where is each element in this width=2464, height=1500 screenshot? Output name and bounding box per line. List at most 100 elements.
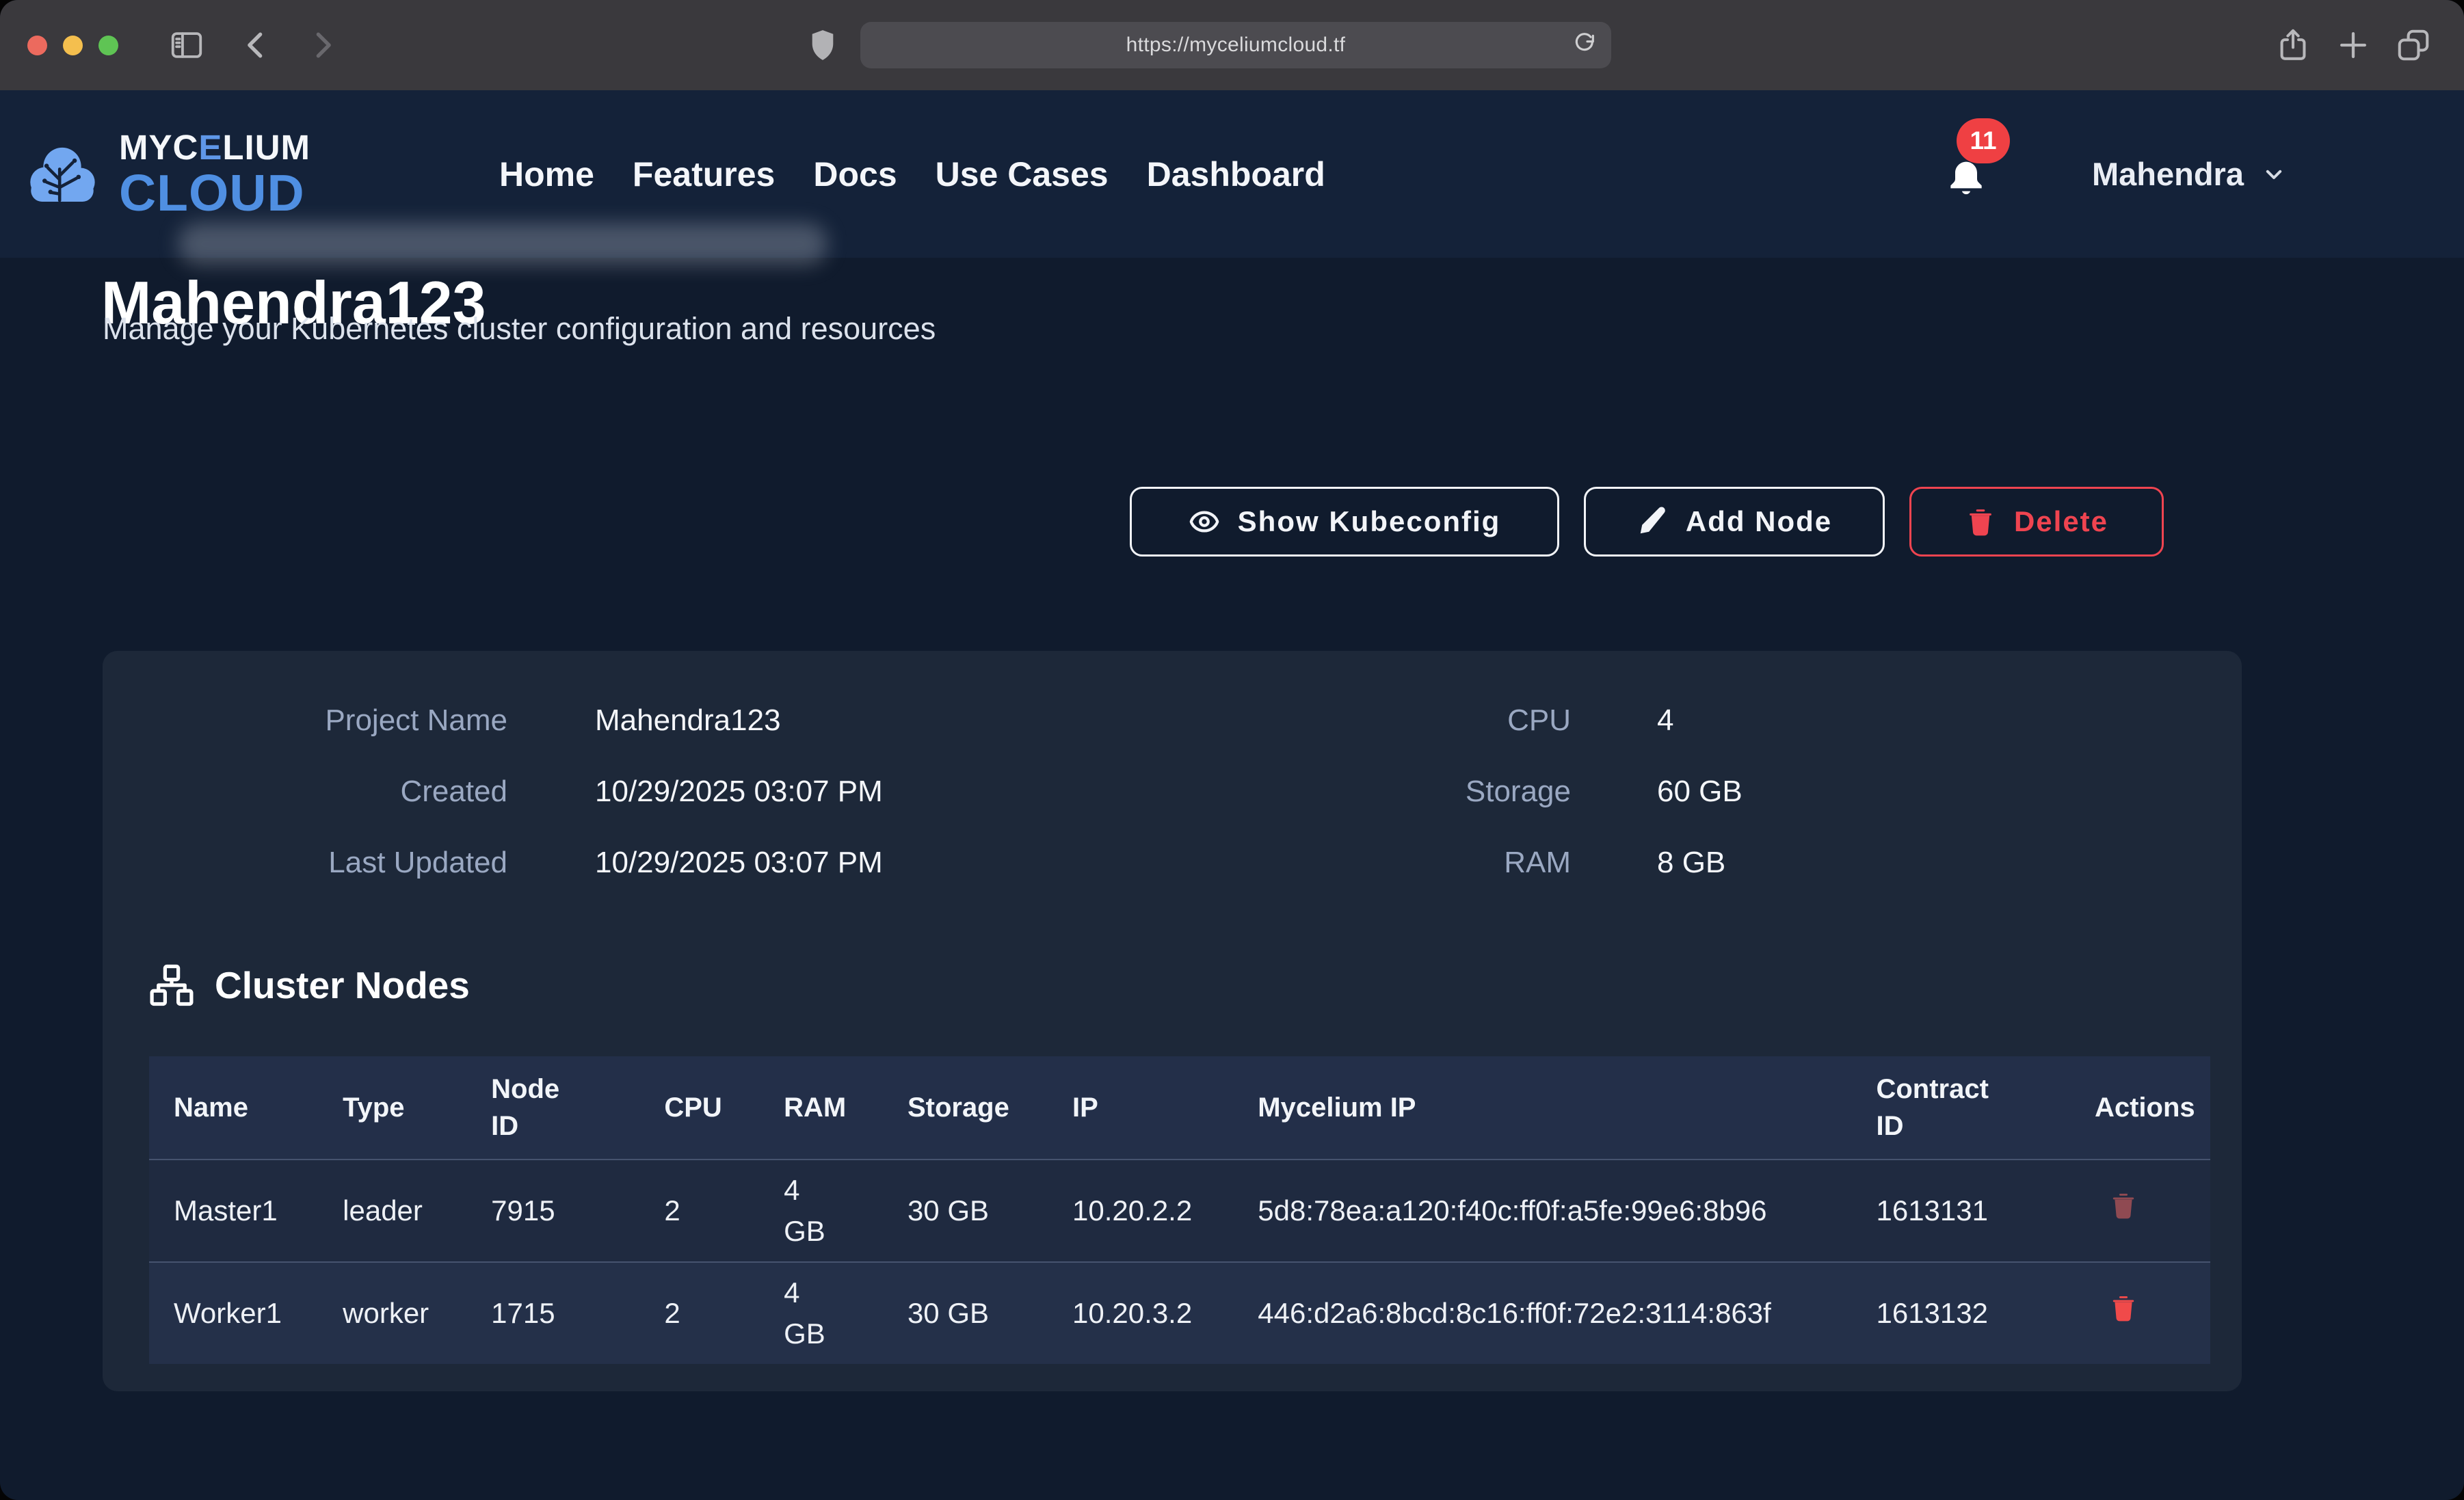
add-node-button[interactable]: Add Node [1584, 487, 1885, 557]
url-bar[interactable]: https://myceliumcloud.tf [860, 22, 1611, 68]
col-header-name: Name [149, 1089, 318, 1126]
delete-node-button[interactable] [2108, 1188, 2138, 1222]
delete-label: Delete [2014, 505, 2108, 538]
logo-line1: MYCELIUM [119, 130, 310, 165]
logo-line2: CLOUD [119, 168, 310, 219]
trash-icon [1965, 506, 1996, 537]
delete-node-button[interactable] [2108, 1291, 2138, 1325]
network-icon [149, 963, 194, 1008]
cell-mycelium-ip: 446:d2a6:8bcd:8c16:ff0f:72e2:3114:863f [1233, 1293, 1851, 1334]
col-header-storage: Storage [883, 1089, 1048, 1126]
traffic-light-close[interactable] [27, 36, 47, 55]
refresh-button[interactable] [1572, 31, 1599, 59]
user-name: Mahendra [2092, 155, 2244, 193]
nav-item-use-cases[interactable]: Use Cases [936, 155, 1109, 194]
navbar-right: 11 Mahendra [1944, 90, 2288, 258]
cluster-info-left: Project Name Mahendra123 Created 10/29/2… [149, 703, 883, 881]
info-label-last-updated: Last Updated [149, 845, 507, 881]
redaction-blur [178, 223, 827, 265]
cell-contract-id: 1613131 [1851, 1190, 2069, 1231]
delete-cluster-button[interactable]: Delete [1909, 487, 2164, 557]
info-value-last-updated: 10/29/2025 03:07 PM [595, 845, 883, 881]
info-label-storage: Storage [1286, 774, 1571, 809]
cell-contract-id: 1613132 [1851, 1293, 2069, 1334]
show-kubeconfig-button[interactable]: Show Kubeconfig [1130, 487, 1559, 557]
cluster-card: Project Name Mahendra123 Created 10/29/2… [103, 651, 2242, 1391]
info-value-created: 10/29/2025 03:07 PM [595, 774, 883, 809]
col-header-type: Type [318, 1089, 466, 1126]
cluster-nodes-heading: Cluster Nodes [149, 963, 470, 1008]
nav-item-docs[interactable]: Docs [813, 155, 897, 194]
cell-actions [2070, 1291, 2210, 1336]
nav-item-features[interactable]: Features [633, 155, 775, 194]
privacy-shield-icon[interactable] [804, 27, 841, 64]
pencil-icon [1637, 506, 1668, 537]
cell-node-id: 7915 [466, 1190, 639, 1231]
col-header-contract-id: Contract ID [1851, 1071, 2069, 1144]
info-value-storage: 60 GB [1657, 774, 1743, 809]
trash-icon [2108, 1291, 2138, 1325]
cell-ip: 10.20.3.2 [1048, 1293, 1233, 1334]
nav-item-home[interactable]: Home [499, 155, 594, 194]
browser-window: https://myceliumcloud.tf [0, 0, 2464, 1500]
share-button[interactable] [2275, 27, 2311, 64]
tabs-overview-icon [2395, 27, 2432, 64]
cell-ip: 10.20.2.2 [1048, 1190, 1233, 1231]
cell-type: leader [318, 1190, 466, 1231]
eye-icon [1189, 506, 1220, 537]
col-header-cpu: CPU [639, 1089, 759, 1126]
cluster-info-right: CPU 4 Storage 60 GB RAM 8 GB [1286, 703, 1743, 881]
col-header-actions: Actions [2070, 1089, 2210, 1126]
nodes-table: Name Type Node ID CPU RAM Storage IP Myc… [149, 1056, 2210, 1364]
cloud-logo-icon [21, 133, 104, 216]
cluster-nodes-title: Cluster Nodes [215, 963, 470, 1007]
col-header-node-id: Node ID [466, 1071, 639, 1144]
nav-item-dashboard[interactable]: Dashboard [1147, 155, 1325, 194]
info-label-cpu: CPU [1286, 703, 1571, 738]
cell-storage: 30 GB [883, 1190, 1048, 1231]
traffic-light-minimize[interactable] [63, 36, 83, 55]
cell-storage: 30 GB [883, 1293, 1048, 1334]
logo-text: MYCELIUM CLOUD [119, 130, 310, 219]
tabs-overview-button[interactable] [2395, 27, 2432, 64]
cell-mycelium-ip: 5d8:78ea:a120:f40c:ff0f:a5fe:99e6:8b96 [1233, 1190, 1851, 1231]
browser-chrome: https://myceliumcloud.tf [0, 0, 2464, 90]
chevron-down-icon [2260, 161, 2288, 188]
sidebar-toggle-button[interactable] [168, 27, 205, 64]
cell-node-id: 1715 [466, 1293, 639, 1334]
cell-name: Worker1 [149, 1293, 318, 1334]
add-node-label: Add Node [1686, 505, 1832, 538]
col-header-ram: RAM [759, 1089, 883, 1126]
forward-icon [304, 27, 341, 64]
info-value-cpu: 4 [1657, 703, 1743, 738]
table-row-master1: Master1 leader 7915 2 4 GB 30 GB 10.20.2… [149, 1159, 2210, 1261]
trash-icon [2108, 1188, 2138, 1222]
info-label-project-name: Project Name [149, 703, 507, 738]
cell-actions [2070, 1188, 2210, 1233]
cell-name: Master1 [149, 1190, 318, 1231]
refresh-icon [1572, 31, 1599, 59]
url-text: https://myceliumcloud.tf [860, 22, 1611, 68]
new-tab-icon [2335, 27, 2372, 64]
cell-ram: 4 GB [759, 1272, 883, 1354]
bell-icon [1944, 157, 1988, 202]
page-subtitle: Manage your Kubernetes cluster configura… [103, 311, 936, 347]
cell-cpu: 2 [639, 1190, 759, 1231]
back-icon [238, 27, 275, 64]
cell-ram: 4 GB [759, 1170, 883, 1251]
user-menu[interactable]: Mahendra [2092, 155, 2288, 193]
forward-button[interactable] [304, 27, 341, 64]
back-button[interactable] [238, 27, 275, 64]
info-value-ram: 8 GB [1657, 845, 1743, 881]
info-label-ram: RAM [1286, 845, 1571, 881]
show-kubeconfig-label: Show Kubeconfig [1238, 505, 1501, 538]
traffic-light-zoom[interactable] [98, 36, 118, 55]
new-tab-button[interactable] [2335, 27, 2372, 64]
cell-cpu: 2 [639, 1293, 759, 1334]
notifications-button[interactable]: 11 [1944, 147, 1989, 202]
table-row-worker1: Worker1 worker 1715 2 4 GB 30 GB 10.20.3… [149, 1261, 2210, 1364]
table-header-row: Name Type Node ID CPU RAM Storage IP Myc… [149, 1056, 2210, 1159]
info-label-created: Created [149, 774, 507, 809]
sidebar-toggle-icon [168, 27, 205, 64]
col-header-ip: IP [1048, 1089, 1233, 1126]
